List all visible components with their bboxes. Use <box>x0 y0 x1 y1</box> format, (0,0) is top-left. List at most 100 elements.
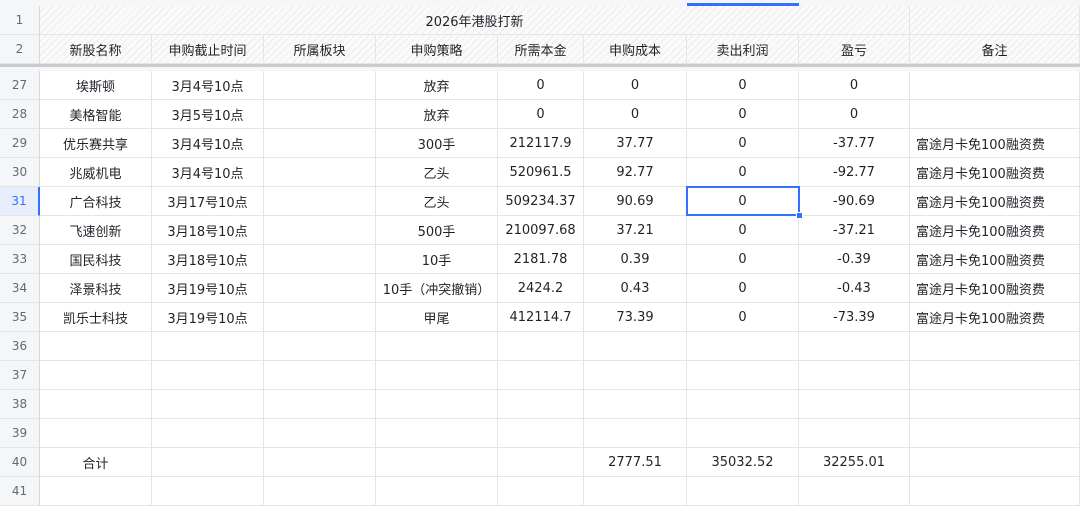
table-cell[interactable]: 凯乐士科技 <box>40 303 152 332</box>
table-cell[interactable]: 0 <box>687 158 799 187</box>
table-cell[interactable]: 412114.7 <box>498 303 584 332</box>
table-cell[interactable] <box>799 361 910 390</box>
table-cell[interactable] <box>264 100 376 129</box>
table-cell[interactable] <box>910 100 1080 129</box>
table-cell[interactable] <box>376 361 498 390</box>
table-cell[interactable]: 富途月卡免100融资费 <box>910 274 1080 303</box>
table-cell[interactable] <box>498 419 584 448</box>
table-cell[interactable] <box>376 448 498 477</box>
table-cell[interactable]: 210097.68 <box>498 216 584 245</box>
table-cell[interactable]: 32255.01 <box>799 448 910 477</box>
table-cell[interactable] <box>910 477 1080 506</box>
table-cell[interactable]: 35032.52 <box>687 448 799 477</box>
column-header-cell[interactable]: 新股名称 <box>40 35 152 64</box>
row-header[interactable]: 39 <box>0 419 40 448</box>
table-cell[interactable]: 0 <box>687 245 799 274</box>
table-cell[interactable]: 优乐赛共享 <box>40 129 152 158</box>
table-cell[interactable]: 509234.37 <box>498 187 584 216</box>
table-cell[interactable]: 富途月卡免100融资费 <box>910 303 1080 332</box>
column-header-cell[interactable]: 备注 <box>910 35 1080 64</box>
table-cell[interactable]: 90.69 <box>584 187 687 216</box>
table-cell[interactable]: 0 <box>687 303 799 332</box>
table-cell[interactable]: 乙头 <box>376 158 498 187</box>
column-header-cell[interactable]: 所属板块 <box>264 35 376 64</box>
column-header-cell[interactable]: 申购成本 <box>584 35 687 64</box>
table-cell[interactable]: 埃斯顿 <box>40 71 152 100</box>
table-cell[interactable] <box>584 477 687 506</box>
table-cell[interactable] <box>264 158 376 187</box>
row-header[interactable]: 34 <box>0 274 40 303</box>
table-cell[interactable] <box>264 448 376 477</box>
table-cell[interactable] <box>584 390 687 419</box>
table-cell[interactable] <box>152 390 264 419</box>
table-cell[interactable]: 美格智能 <box>40 100 152 129</box>
row-header[interactable]: 33 <box>0 245 40 274</box>
table-cell[interactable] <box>799 390 910 419</box>
table-cell[interactable] <box>264 71 376 100</box>
table-cell[interactable] <box>799 419 910 448</box>
table-cell[interactable]: -0.43 <box>799 274 910 303</box>
table-cell[interactable]: -73.39 <box>799 303 910 332</box>
table-cell[interactable] <box>264 332 376 361</box>
table-cell[interactable]: 放弃 <box>376 71 498 100</box>
table-cell[interactable]: -37.21 <box>799 216 910 245</box>
row-header[interactable]: 37 <box>0 361 40 390</box>
table-cell[interactable] <box>264 419 376 448</box>
table-cell[interactable] <box>376 419 498 448</box>
table-cell[interactable]: 广合科技 <box>40 187 152 216</box>
table-cell[interactable] <box>799 477 910 506</box>
table-cell[interactable]: 3月19号10点 <box>152 274 264 303</box>
table-cell[interactable]: 10手（冲突撤销） <box>376 274 498 303</box>
row-header[interactable]: 40 <box>0 448 40 477</box>
table-cell[interactable] <box>799 332 910 361</box>
cell[interactable] <box>910 6 1080 35</box>
table-cell[interactable] <box>152 361 264 390</box>
table-cell[interactable] <box>687 477 799 506</box>
table-cell[interactable] <box>264 274 376 303</box>
table-cell[interactable] <box>498 477 584 506</box>
table-cell[interactable]: 0 <box>687 71 799 100</box>
table-cell[interactable] <box>910 71 1080 100</box>
table-cell[interactable]: 2777.51 <box>584 448 687 477</box>
table-cell[interactable]: 放弃 <box>376 100 498 129</box>
table-cell[interactable]: 2181.78 <box>498 245 584 274</box>
table-cell[interactable]: 3月17号10点 <box>152 187 264 216</box>
table-cell[interactable]: 520961.5 <box>498 158 584 187</box>
row-header[interactable]: 38 <box>0 390 40 419</box>
table-cell[interactable] <box>264 361 376 390</box>
table-cell[interactable]: 2424.2 <box>498 274 584 303</box>
table-cell[interactable]: 37.77 <box>584 129 687 158</box>
row-header[interactable]: 36 <box>0 332 40 361</box>
row-header[interactable]: 27 <box>0 71 40 100</box>
table-cell[interactable] <box>40 332 152 361</box>
table-cell[interactable] <box>376 477 498 506</box>
table-cell[interactable]: 92.77 <box>584 158 687 187</box>
row-header[interactable]: 1 <box>0 6 40 35</box>
table-cell[interactable]: 合计 <box>40 448 152 477</box>
sheet-title-cell[interactable]: 2026年港股打新 <box>40 6 910 35</box>
table-cell[interactable] <box>264 216 376 245</box>
table-cell[interactable]: 泽景科技 <box>40 274 152 303</box>
table-cell[interactable]: 0 <box>799 100 910 129</box>
table-cell[interactable] <box>687 390 799 419</box>
table-cell[interactable] <box>40 390 152 419</box>
fill-handle[interactable] <box>796 212 803 219</box>
row-header[interactable]: 35 <box>0 303 40 332</box>
table-cell[interactable] <box>264 390 376 419</box>
column-header-cell[interactable]: 申购策略 <box>376 35 498 64</box>
table-cell[interactable]: -0.39 <box>799 245 910 274</box>
row-header[interactable]: 28 <box>0 100 40 129</box>
row-header[interactable]: 29 <box>0 129 40 158</box>
column-header-cell[interactable]: 所需本金 <box>498 35 584 64</box>
table-cell[interactable] <box>498 361 584 390</box>
table-cell[interactable] <box>264 477 376 506</box>
table-cell[interactable] <box>687 361 799 390</box>
table-cell[interactable]: 3月18号10点 <box>152 245 264 274</box>
table-cell[interactable] <box>910 390 1080 419</box>
table-cell[interactable]: 3月19号10点 <box>152 303 264 332</box>
table-cell[interactable]: 3月5号10点 <box>152 100 264 129</box>
table-cell[interactable]: 飞速创新 <box>40 216 152 245</box>
table-cell[interactable] <box>910 419 1080 448</box>
table-cell[interactable]: 3月4号10点 <box>152 158 264 187</box>
table-cell[interactable] <box>498 448 584 477</box>
